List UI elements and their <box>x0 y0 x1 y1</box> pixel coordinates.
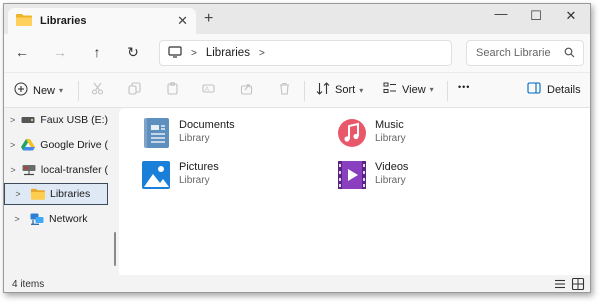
computer-icon <box>168 45 182 61</box>
copy-icon[interactable] <box>128 82 141 95</box>
sidebar-item-label: local-transfer ( <box>40 164 108 176</box>
network-icon <box>30 213 44 225</box>
title-bar: Libraries ✕ + — ☐ ✕ <box>4 4 590 34</box>
file-list: Documents Library Music Library Pictures… <box>119 108 590 275</box>
library-item-music[interactable]: Music Library <box>337 117 406 149</box>
network-drive-icon <box>22 164 36 176</box>
address-row: ← → ↑ ↻ > Libraries > Search Librarie <box>4 34 590 72</box>
google-drive-icon <box>21 139 36 151</box>
library-name: Pictures <box>179 161 219 173</box>
library-type: Library <box>375 133 406 144</box>
navigation-pane: > Faux USB (E:) > Google Drive ( > local… <box>4 108 116 275</box>
back-button[interactable]: ← <box>12 44 32 60</box>
search-icon <box>564 47 575 61</box>
details-pane-icon <box>527 82 541 97</box>
library-item-videos[interactable]: Videos Library <box>337 159 408 191</box>
sort-button[interactable]: Sort ▾ <box>316 82 363 98</box>
search-input[interactable]: Search Librarie <box>466 40 584 66</box>
toolbar-divider <box>78 81 79 101</box>
sidebar-item-faux-usb[interactable]: > Faux USB (E:) <box>4 109 108 131</box>
usb-drive-icon <box>21 114 35 126</box>
library-item-pictures[interactable]: Pictures Library <box>141 159 219 191</box>
chevron-right-icon[interactable]: > <box>10 214 24 224</box>
up-button[interactable]: ↑ <box>87 44 107 60</box>
library-item-documents[interactable]: Documents Library <box>141 117 235 149</box>
toolbar-divider <box>304 81 305 101</box>
pictures-icon <box>141 159 171 191</box>
library-type: Library <box>375 175 406 186</box>
chevron-right-icon[interactable]: > <box>11 189 25 199</box>
view-button[interactable]: View ▾ <box>383 82 434 97</box>
sidebar-item-label: Faux USB (E:) <box>40 114 108 126</box>
details-button[interactable]: Details <box>527 82 581 97</box>
cut-icon[interactable] <box>91 82 104 95</box>
tab-libraries[interactable]: Libraries ✕ <box>8 8 196 34</box>
sidebar-scrollbar[interactable] <box>114 232 116 266</box>
chevron-down-icon: ▾ <box>359 85 364 95</box>
sidebar-item-label: Google Drive ( <box>40 139 108 151</box>
maximize-button[interactable]: ☐ <box>521 8 551 24</box>
toolbar-divider <box>447 81 448 101</box>
libraries-folder-icon <box>31 188 45 200</box>
sidebar-item-label: Libraries <box>50 188 91 200</box>
chevron-right-icon[interactable]: > <box>10 140 15 150</box>
library-name: Videos <box>375 161 409 173</box>
close-tab-icon[interactable]: ✕ <box>177 13 188 29</box>
close-window-button[interactable]: ✕ <box>556 8 586 24</box>
more-options-button[interactable]: ••• <box>458 82 470 92</box>
documents-icon <box>141 117 171 149</box>
folder-icon <box>16 13 32 29</box>
chevron-right-icon[interactable]: > <box>10 165 16 175</box>
sort-label: Sort <box>335 84 356 96</box>
new-label: New <box>33 84 56 97</box>
chevron-right-icon: > <box>191 47 197 59</box>
library-name: Documents <box>179 119 235 131</box>
plus-icon <box>14 82 28 99</box>
sort-icon <box>316 82 330 98</box>
address-bar[interactable]: > Libraries > <box>159 40 452 66</box>
chevron-right-icon[interactable]: > <box>10 115 15 125</box>
breadcrumb-libraries[interactable]: Libraries <box>206 47 250 59</box>
rename-icon[interactable]: A <box>202 82 215 95</box>
item-count: 4 items <box>12 279 45 290</box>
library-type: Library <box>179 133 210 144</box>
file-explorer-window: Libraries ✕ + — ☐ ✕ ← → ↑ ↻ > Libraries … <box>3 3 591 293</box>
minimize-button[interactable]: — <box>486 6 516 21</box>
view-icon <box>383 82 397 97</box>
view-label: View <box>402 83 426 96</box>
videos-icon <box>337 159 367 191</box>
library-name: Music <box>375 119 404 131</box>
chevron-down-icon: ▾ <box>429 85 434 94</box>
sidebar-item-label: Network <box>49 213 88 225</box>
search-placeholder: Search Librarie <box>476 47 551 59</box>
large-icons-view-icon[interactable] <box>571 277 585 291</box>
details-view-icon[interactable] <box>553 277 567 291</box>
chevron-down-icon: ▾ <box>59 86 64 95</box>
tab-title: Libraries <box>40 15 87 27</box>
sidebar-item-network[interactable]: > Network <box>4 208 108 230</box>
sidebar-item-google-drive[interactable]: > Google Drive ( <box>4 134 108 156</box>
refresh-button[interactable]: ↻ <box>123 44 143 61</box>
paste-icon[interactable] <box>166 82 179 95</box>
share-icon[interactable] <box>240 82 253 95</box>
command-bar: New ▾ A Sort ▾ View ▾ ••• Details <box>4 72 590 108</box>
delete-icon[interactable] <box>278 82 291 95</box>
sidebar-item-libraries[interactable]: > Libraries <box>4 183 108 205</box>
new-tab-button[interactable]: + <box>204 10 213 28</box>
chevron-right-icon[interactable]: > <box>259 48 265 59</box>
details-label: Details <box>547 83 581 96</box>
svg-text:A: A <box>205 87 209 93</box>
sidebar-item-local-transfer[interactable]: > local-transfer ( <box>4 159 108 181</box>
library-type: Library <box>179 175 210 186</box>
new-button[interactable]: New ▾ <box>14 82 63 99</box>
forward-button[interactable]: → <box>50 44 70 60</box>
music-icon <box>337 117 367 149</box>
status-bar: 4 items <box>4 275 590 292</box>
